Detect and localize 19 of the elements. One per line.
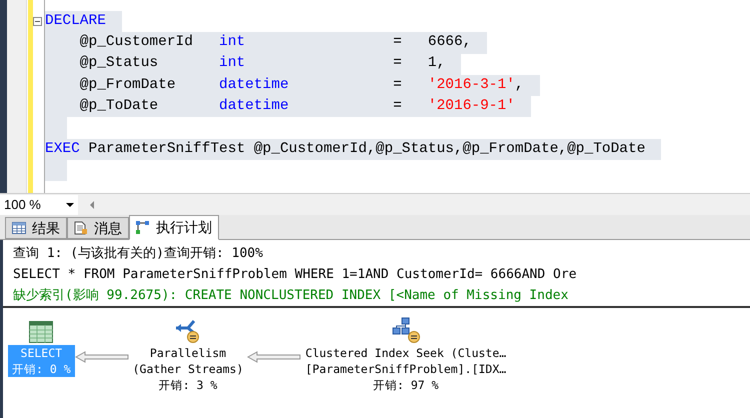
tab[interactable]: 执行计划 <box>129 215 219 240</box>
zoom-dropdown[interactable]: 100 % <box>0 194 78 214</box>
flowchart-icon <box>136 220 150 234</box>
plan-node-label[interactable]: Parallelism (Gather Streams) 开销: 3 % <box>128 345 248 393</box>
query-text: SELECT * FROM ParameterSniffProblem WHERE 1=1AND CustomerId= 6666AND Ore <box>13 266 578 284</box>
scroll-left-icon[interactable] <box>90 200 94 208</box>
query-cost-header: 查询 1: (与该批有关的)查询开销: 100% <box>13 245 264 263</box>
tab[interactable]: 结果 <box>5 217 67 239</box>
index-seek-icon <box>390 317 421 343</box>
document-icon <box>74 221 88 235</box>
missing-index-hint: 缺少索引(影响 99.2675): CREATE NONCLUSTERED INDEX [<Name of Missing Index <box>13 287 570 305</box>
grid-icon <box>12 222 26 234</box>
table-icon <box>29 321 54 343</box>
collapse-icon[interactable] <box>33 17 42 26</box>
flow-arrow <box>74 351 129 363</box>
caret-icon <box>66 202 74 206</box>
flow-arrow <box>247 351 302 363</box>
tab[interactable]: 消息 <box>67 217 129 239</box>
plan-node-label[interactable]: Clustered Index Seek (Cluste… [ParameterSniffProblem].[IDX… 开销: 97 % <box>301 345 510 393</box>
